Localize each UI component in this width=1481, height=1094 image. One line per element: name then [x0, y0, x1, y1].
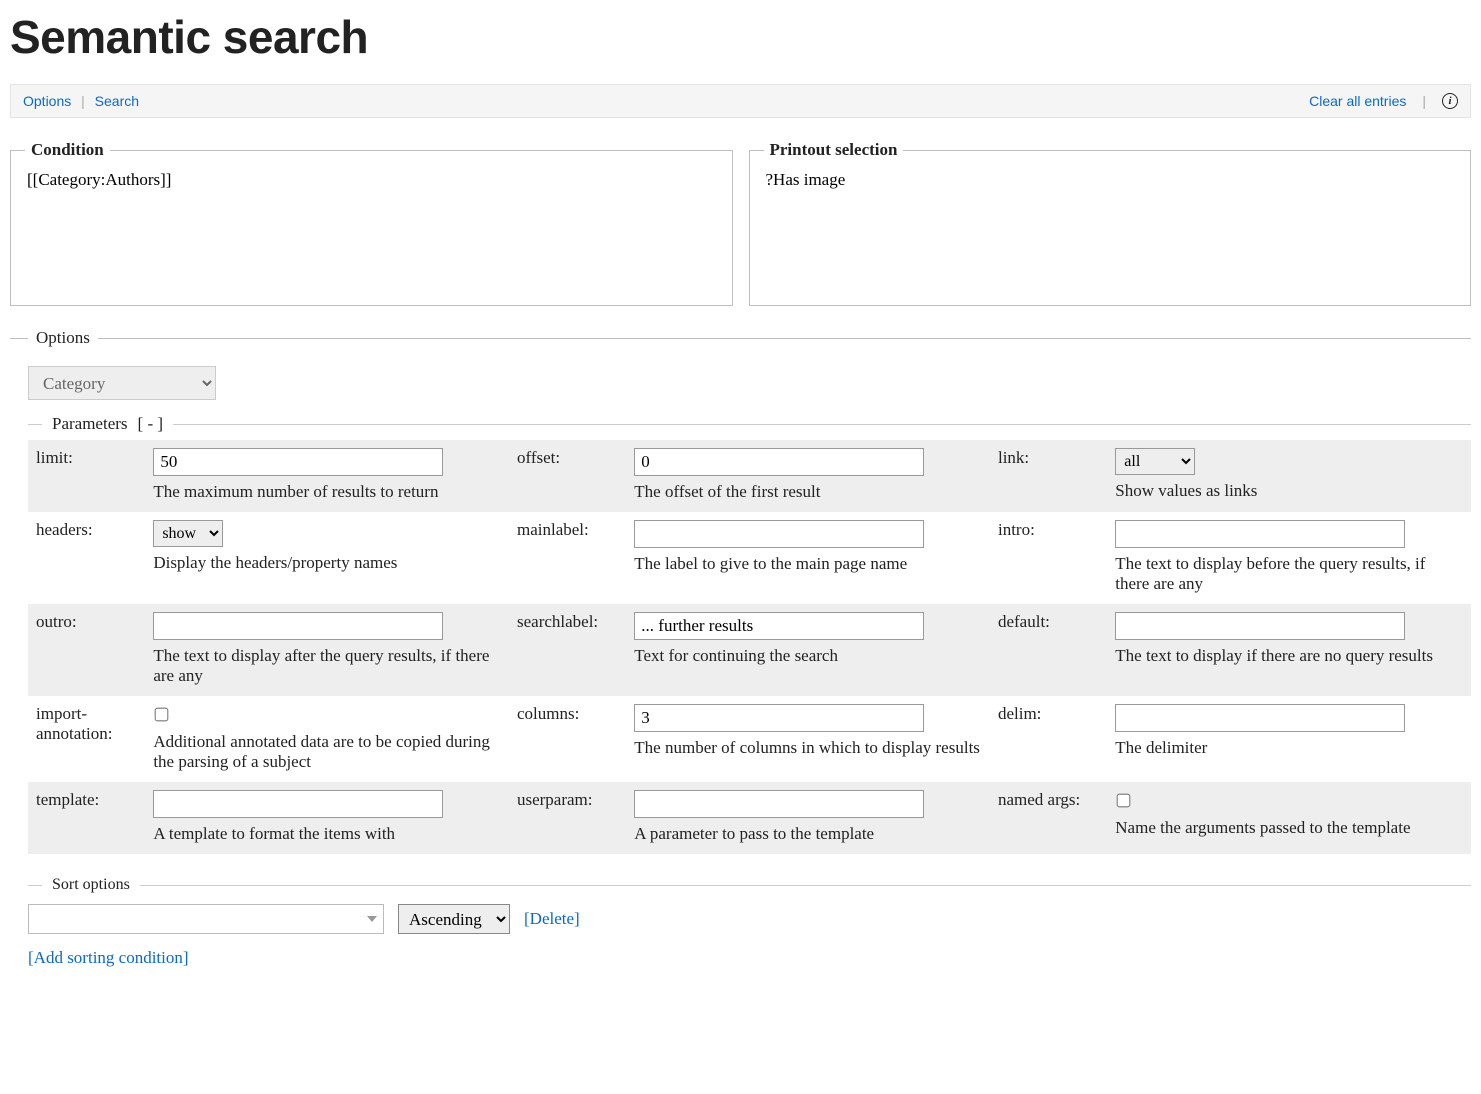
printout-legend: Printout selection	[764, 140, 904, 160]
outro-input[interactable]	[153, 612, 443, 640]
condition-box: Condition	[10, 140, 733, 306]
param-row: headers: show Display the headers/proper…	[28, 512, 1471, 604]
toolbar: Options | Search Clear all entries | i	[10, 84, 1471, 118]
param-desc: The text to display before the query res…	[1115, 554, 1463, 594]
named-args-checkbox[interactable]	[1117, 794, 1131, 808]
intro-input[interactable]	[1115, 520, 1405, 548]
param-row: limit: The maximum number of results to …	[28, 440, 1471, 512]
param-desc: The number of columns in which to displa…	[634, 738, 982, 758]
param-desc: The maximum number of results to return	[153, 482, 501, 502]
rule	[28, 885, 42, 886]
param-label: template:	[28, 782, 145, 854]
param-label: import-annotation:	[28, 696, 145, 782]
param-row: import-annotation: Additional annotated …	[28, 696, 1471, 782]
info-icon[interactable]: i	[1442, 93, 1458, 109]
parameters-toggle[interactable]: [ - ]	[138, 414, 163, 434]
sort-property-combo[interactable]	[28, 904, 384, 934]
param-label: userparam:	[509, 782, 626, 854]
delete-sort-link[interactable]: [Delete]	[524, 909, 580, 929]
page-title: Semantic search	[10, 10, 1471, 64]
param-desc: Display the headers/property names	[153, 553, 501, 573]
parameters-label: Parameters	[52, 414, 128, 434]
add-sorting-condition-link[interactable]: [Add sorting condition]	[28, 948, 1471, 968]
param-desc: Name the arguments passed to the templat…	[1115, 818, 1463, 838]
param-label: limit:	[28, 440, 145, 512]
import-annotation-checkbox[interactable]	[155, 708, 169, 722]
param-label: outro:	[28, 604, 145, 696]
options-fieldset: Options Category Parameters [ - ] limit:…	[10, 328, 1471, 968]
printout-box: Printout selection	[749, 140, 1472, 306]
param-desc: Text for continuing the search	[634, 646, 982, 666]
template-input[interactable]	[153, 790, 443, 818]
param-label: link:	[990, 440, 1107, 512]
param-desc: Additional annotated data are to be copi…	[153, 732, 501, 772]
columns-input[interactable]	[634, 704, 924, 732]
default-input[interactable]	[1115, 612, 1405, 640]
param-label: searchlabel:	[509, 604, 626, 696]
printout-input[interactable]	[750, 160, 1471, 300]
search-link[interactable]: Search	[95, 93, 139, 109]
param-row: template: A template to format the items…	[28, 782, 1471, 854]
mainlabel-input[interactable]	[634, 520, 924, 548]
param-label: named args:	[990, 782, 1107, 854]
param-desc: A template to format the items with	[153, 824, 501, 844]
sort-row: Ascending [Delete]	[28, 904, 1471, 934]
rule	[173, 424, 1471, 425]
param-label: headers:	[28, 512, 145, 604]
rule	[140, 885, 1471, 886]
param-desc: Show values as links	[1115, 481, 1463, 501]
format-select[interactable]: Category	[28, 366, 216, 400]
param-label: default:	[990, 604, 1107, 696]
offset-input[interactable]	[634, 448, 924, 476]
chevron-down-icon	[367, 916, 377, 922]
searchlabel-input[interactable]	[634, 612, 924, 640]
options-link[interactable]: Options	[23, 93, 71, 109]
parameters-table: limit: The maximum number of results to …	[28, 440, 1471, 854]
param-desc: The delimiter	[1115, 738, 1463, 758]
param-row: outro: The text to display after the que…	[28, 604, 1471, 696]
param-label: offset:	[509, 440, 626, 512]
separator: |	[81, 93, 85, 109]
param-label: mainlabel:	[509, 512, 626, 604]
delim-input[interactable]	[1115, 704, 1405, 732]
rule	[28, 424, 42, 425]
headers-select[interactable]: show	[153, 520, 223, 547]
param-desc: The text to display after the query resu…	[153, 646, 501, 686]
sort-order-select[interactable]: Ascending	[398, 904, 510, 934]
limit-input[interactable]	[153, 448, 443, 476]
param-label: columns:	[509, 696, 626, 782]
link-select[interactable]: all	[1115, 448, 1195, 475]
clear-all-link[interactable]: Clear all entries	[1309, 93, 1406, 109]
userparam-input[interactable]	[634, 790, 924, 818]
param-label: delim:	[990, 696, 1107, 782]
separator: |	[1422, 93, 1426, 109]
condition-input[interactable]	[11, 160, 732, 300]
param-desc: The offset of the first result	[634, 482, 982, 502]
param-desc: The text to display if there are no quer…	[1115, 646, 1463, 666]
sort-options-label: Sort options	[52, 876, 130, 894]
param-label: intro:	[990, 512, 1107, 604]
options-legend: Options	[28, 328, 98, 348]
param-desc: A parameter to pass to the template	[634, 824, 982, 844]
condition-legend: Condition	[25, 140, 110, 160]
param-desc: The label to give to the main page name	[634, 554, 982, 574]
